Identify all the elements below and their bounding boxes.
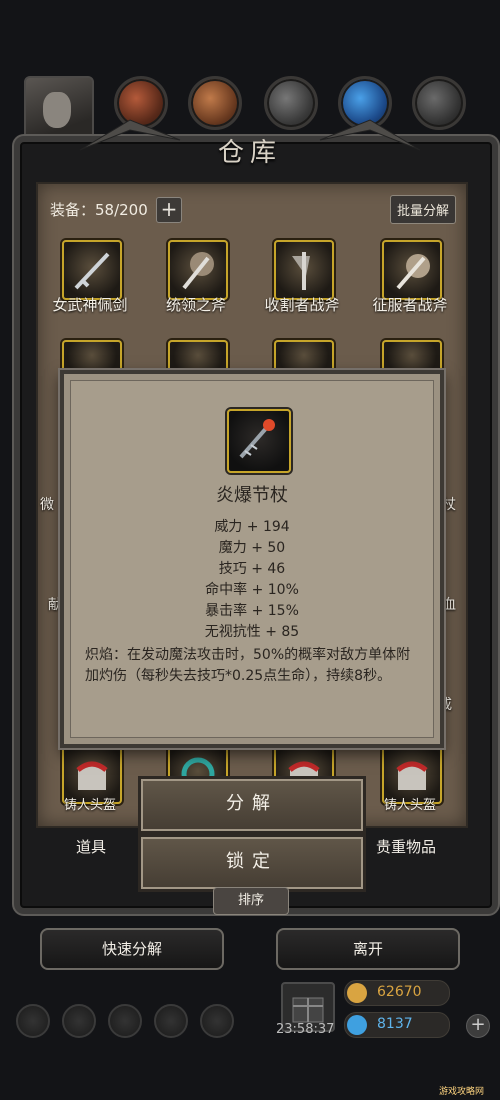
item-label: 收割者战斧 (264, 296, 340, 314)
countdown-timer: 23:58:37 (276, 1022, 335, 1037)
portrait-icon (43, 92, 71, 128)
item-slot[interactable] (382, 240, 442, 300)
battleaxe-icon (292, 252, 310, 290)
axe-icon (396, 254, 430, 290)
stat-line: 威力 + 194 (214, 519, 290, 535)
item-slot[interactable] (382, 340, 442, 372)
item-slot[interactable] (274, 240, 334, 300)
stat-line: 暴击率 + 15% (205, 603, 299, 619)
item-label: 铸人头盔 (63, 798, 116, 813)
item-label: 女武神佩剑 (52, 296, 128, 314)
tooltip-description: 炽焰：在发动魔法攻击时，50%的概率对敌方单体附加灼伤（每秒失去技巧*0.25点… (85, 647, 411, 684)
character-tab-3[interactable] (188, 76, 242, 130)
expand-capacity-button[interactable]: + (156, 197, 182, 223)
item-slot[interactable] (168, 240, 228, 300)
sword-icon (74, 252, 110, 290)
leave-button[interactable]: 离开 (276, 928, 460, 970)
footer-menu-icon[interactable] (200, 1004, 234, 1038)
axe-icon (182, 252, 214, 290)
gem-value: 8137 (377, 1016, 413, 1032)
item-label-partial: 微 (40, 497, 54, 513)
item-label-partial: 杖 (442, 497, 456, 513)
item-label: 铸人头盔 (383, 798, 436, 813)
gem-counter: 8137 (344, 1012, 450, 1038)
footer-menu-icon[interactable] (154, 1004, 188, 1038)
lock-button[interactable]: 锁定 (138, 834, 366, 892)
equip-count: 装备：58/200 (50, 201, 148, 219)
footer-menu-icon[interactable] (62, 1004, 96, 1038)
tooltip-stats: 威力 + 194 魔力 + 50 技巧 + 46 命中率 + 10% 暴击率 +… (71, 517, 433, 643)
item-slot[interactable] (168, 340, 228, 372)
tab-props[interactable]: 道具 (76, 836, 106, 857)
item-slot[interactable] (62, 340, 122, 372)
footer-menu-icon[interactable] (16, 1004, 50, 1038)
gem-icon (347, 1015, 367, 1035)
gold-counter: 62670 (344, 980, 450, 1006)
footer-menu-icon[interactable] (108, 1004, 142, 1038)
coin-icon (347, 983, 367, 1003)
item-label: 统领之斧 (165, 296, 226, 314)
item-tooltip: 炎爆节杖 威力 + 194 魔力 + 50 技巧 + 46 命中率 + 10% … (60, 370, 444, 748)
helmet-icon (76, 761, 108, 790)
tooltip-body: 炎爆节杖 威力 + 194 魔力 + 50 技巧 + 46 命中率 + 10% … (70, 380, 434, 738)
item-slot[interactable] (62, 240, 122, 300)
helmet-icon (396, 761, 428, 790)
equip-header: 装备：58/200 + 批量分解 (36, 192, 464, 226)
page-title: 仓库 (217, 138, 282, 168)
item-label: 征服者战斧 (372, 296, 448, 314)
bulk-decompose-button[interactable]: 批量分解 (389, 195, 456, 224)
stat-line: 技巧 + 46 (218, 561, 286, 577)
tab-valuables[interactable]: 贵重物品 (376, 836, 436, 857)
stat-line: 命中率 + 10% (205, 582, 299, 598)
add-currency-button[interactable]: + (466, 1014, 490, 1038)
decompose-button[interactable]: 分解 (138, 776, 366, 834)
item-slot[interactable] (274, 340, 334, 372)
quick-decompose-button[interactable]: 快速分解 (40, 928, 224, 970)
watermark: 游戏攻略网 (438, 1087, 484, 1097)
staff-icon (227, 409, 291, 473)
sort-button[interactable]: 排序 (213, 887, 289, 915)
gold-value: 62670 (377, 984, 422, 1000)
item-label-partial: 血 (442, 597, 456, 613)
stat-line: 无视抗性 + 85 (204, 624, 300, 640)
tooltip-item-name: 炎爆节杖 (216, 485, 288, 506)
stat-line: 魔力 + 50 (218, 540, 286, 556)
